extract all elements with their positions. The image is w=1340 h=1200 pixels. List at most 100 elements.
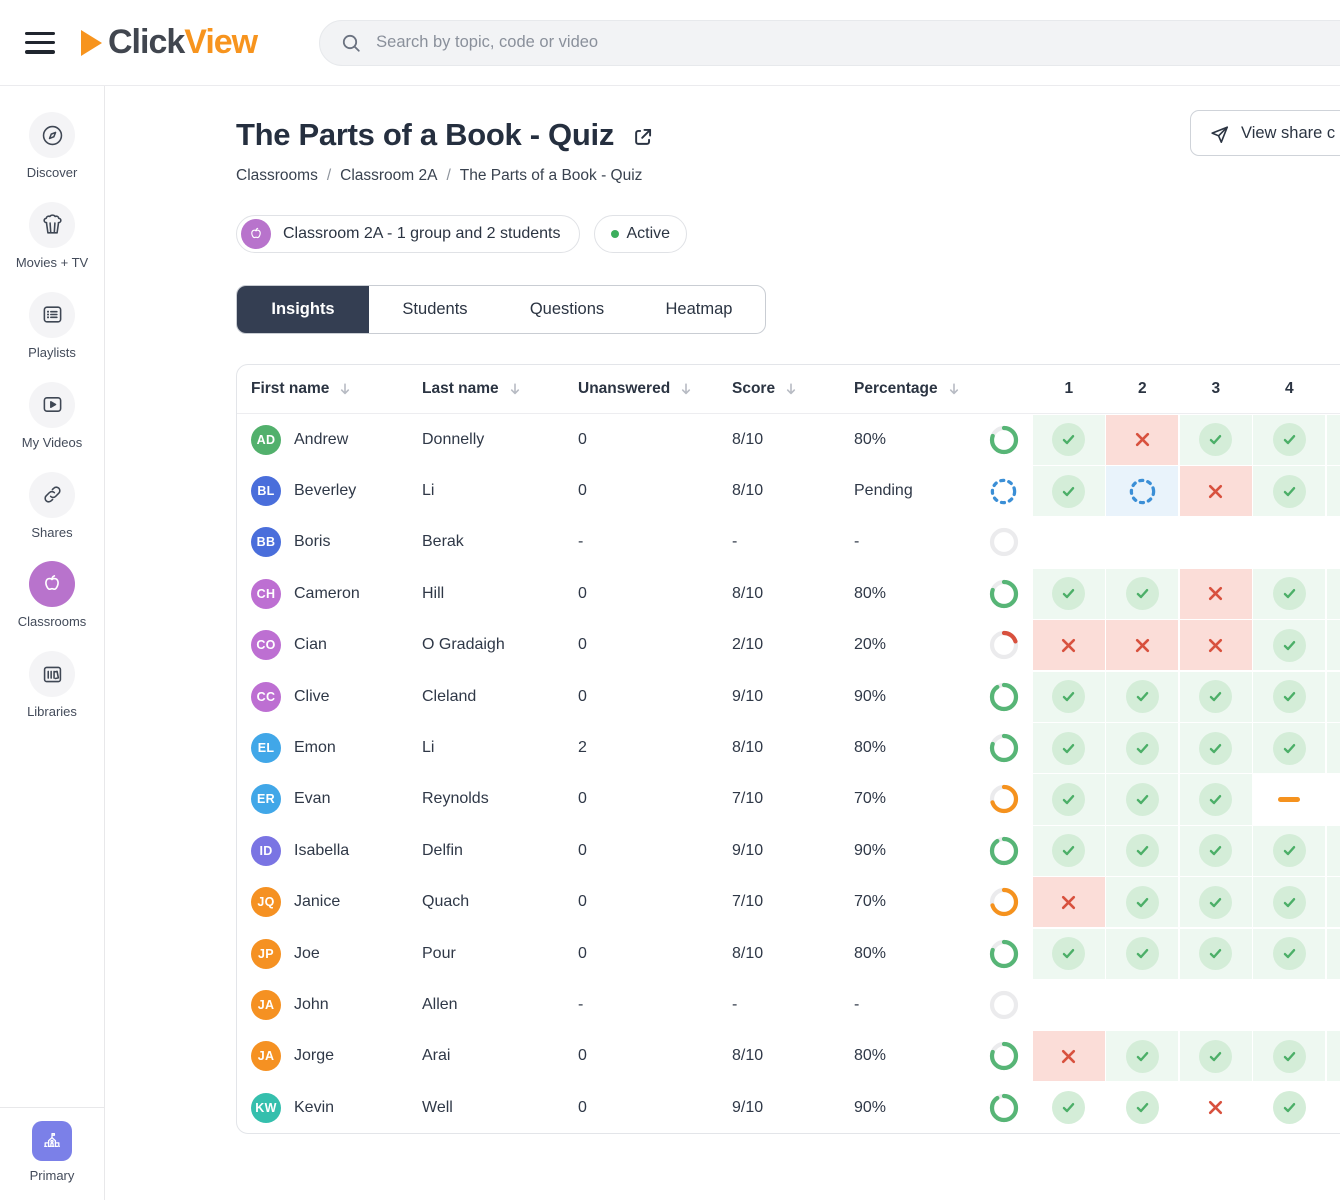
correct-check-icon — [1052, 680, 1085, 713]
table-row: CC Clive Cleland09/1090% — [237, 671, 1340, 722]
answer-empty — [1106, 517, 1178, 567]
unanswered-value: 0 — [578, 893, 732, 911]
score-value: - — [732, 533, 854, 551]
correct-check-icon — [1052, 732, 1085, 765]
clickview-logo[interactable]: ClickView — [81, 23, 257, 62]
column-header-question-2: 2 — [1106, 380, 1180, 398]
question-5-cell — [1326, 825, 1340, 876]
question-3-cell — [1179, 1031, 1253, 1082]
column-header-first-name[interactable]: First name — [251, 380, 422, 398]
column-header-last-name[interactable]: Last name — [422, 380, 578, 398]
answer-incorrect — [1106, 620, 1178, 670]
answer-correct — [1180, 929, 1252, 979]
answer-correct — [1033, 1083, 1105, 1133]
answer-correct — [1253, 415, 1325, 465]
search-bar[interactable] — [319, 20, 1340, 66]
unanswered-value: 0 — [578, 790, 732, 808]
play-triangle-icon — [81, 30, 102, 56]
student-name-cell: BB Boris — [251, 527, 422, 557]
correct-check-icon — [1199, 886, 1232, 919]
question-2-cell — [1106, 517, 1180, 568]
tab-insights[interactable]: Insights — [237, 286, 369, 333]
sidebar-item-primary[interactable]: Primary — [0, 1107, 104, 1200]
correct-check-icon — [1052, 1091, 1085, 1124]
tab-heatmap[interactable]: Heatmap — [633, 286, 765, 333]
breadcrumb-item-classroom-2a[interactable]: Classroom 2A — [340, 167, 437, 185]
correct-check-icon — [1052, 577, 1085, 610]
question-3-cell — [1179, 979, 1253, 1030]
student-name-cell: ID Isabella — [251, 836, 422, 866]
column-header-percentage[interactable]: Percentage — [854, 380, 975, 398]
sidebar-item-label: Movies + TV — [16, 255, 88, 272]
apple-icon — [29, 561, 75, 607]
page-title: The Parts of a Book - Quiz — [236, 117, 614, 153]
score-value: 8/10 — [732, 945, 854, 963]
search-input[interactable] — [374, 32, 1340, 53]
sidebar-item-playlists[interactable]: Playlists — [0, 292, 104, 362]
pending-circle-icon — [1128, 477, 1157, 506]
question-5-cell — [1326, 722, 1340, 773]
question-1-cell — [1032, 1082, 1106, 1133]
correct-check-icon — [1199, 680, 1232, 713]
score-value: 8/10 — [732, 482, 854, 500]
student-first-name: John — [294, 996, 329, 1014]
column-header-score[interactable]: Score — [732, 380, 854, 398]
percentage-value: - — [854, 996, 975, 1014]
classroom-badge-label: Classroom 2A - 1 group and 2 students — [283, 225, 561, 243]
percentage-value: - — [854, 533, 975, 551]
table-row: CH Cameron Hill08/1080% — [237, 568, 1340, 619]
status-badge: Active — [594, 215, 688, 253]
compass-icon — [29, 112, 75, 158]
correct-check-icon — [1199, 732, 1232, 765]
percentage-value: 90% — [854, 688, 975, 706]
logo-click: Click — [108, 23, 184, 61]
answer-correct — [1253, 826, 1325, 876]
student-name-cell: JA Jorge — [251, 1041, 422, 1071]
score-value: 2/10 — [732, 636, 854, 654]
sidebar-item-label: Playlists — [28, 345, 76, 362]
breadcrumb-item-classrooms[interactable]: Classrooms — [236, 167, 318, 185]
student-first-name: Janice — [294, 893, 340, 911]
sidebar-item-classrooms[interactable]: Classrooms — [0, 561, 104, 631]
question-1-cell — [1032, 568, 1106, 619]
hamburger-menu-button[interactable] — [25, 32, 55, 54]
external-link-icon[interactable] — [631, 125, 655, 149]
percentage-value: 80% — [854, 739, 975, 757]
sidebar-item-libraries[interactable]: Libraries — [0, 651, 104, 721]
question-5-cell — [1326, 517, 1340, 568]
sidebar-item-movies-tv[interactable]: Movies + TV — [0, 202, 104, 272]
tab-students[interactable]: Students — [369, 286, 501, 333]
answer-correct — [1253, 1083, 1325, 1133]
answer-correct — [1033, 466, 1105, 516]
answer-empty — [1180, 517, 1252, 567]
progress-ring — [975, 568, 1032, 619]
answer-incorrect — [1180, 569, 1252, 619]
correct-check-icon — [1273, 886, 1306, 919]
classroom-badge[interactable]: Classroom 2A - 1 group and 2 students — [236, 215, 580, 253]
correct-check-icon — [1199, 423, 1232, 456]
column-header-question-3: 3 — [1179, 380, 1253, 398]
unanswered-value: 0 — [578, 945, 732, 963]
question-5-cell — [1326, 620, 1340, 671]
question-4-cell — [1253, 517, 1327, 568]
sidebar-item-shares[interactable]: Shares — [0, 472, 104, 542]
correct-check-icon — [1199, 783, 1232, 816]
sidebar-item-label: Discover — [27, 165, 78, 182]
incorrect-x-icon — [1058, 1046, 1079, 1067]
column-header-unanswered[interactable]: Unanswered — [578, 380, 732, 398]
sidebar-item-discover[interactable]: Discover — [0, 112, 104, 182]
student-name-cell: JQ Janice — [251, 887, 422, 917]
progress-ring — [975, 979, 1032, 1030]
pending-circle-icon — [989, 477, 1018, 506]
tab-questions[interactable]: Questions — [501, 286, 633, 333]
table-row: JA John Allen--- — [237, 979, 1340, 1030]
sidebar-item-my-videos[interactable]: My Videos — [0, 382, 104, 452]
sidebar-item-label: My Videos — [22, 435, 82, 452]
correct-check-icon — [1199, 834, 1232, 867]
incorrect-x-icon — [1205, 583, 1226, 604]
table-row: JQ Janice Quach07/1070% — [237, 877, 1340, 928]
progress-ring — [975, 620, 1032, 671]
avatar: CO — [251, 630, 281, 660]
percentage-value: Pending — [854, 482, 975, 500]
correct-check-icon — [1273, 680, 1306, 713]
